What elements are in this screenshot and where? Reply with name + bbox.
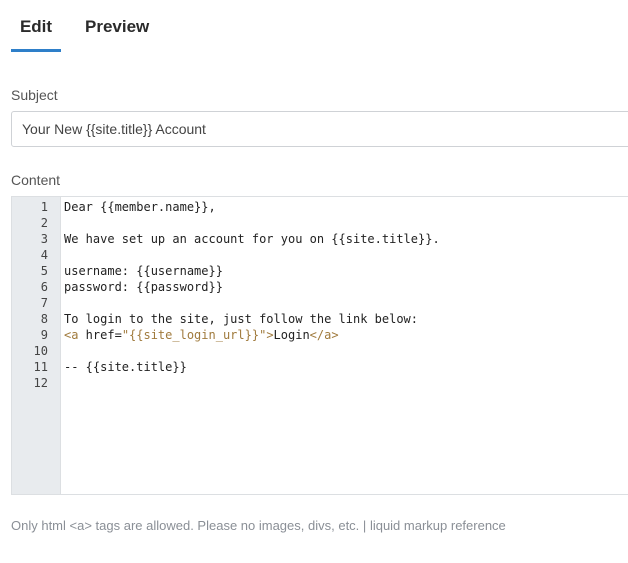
- code-line: password: {{password}}: [64, 280, 223, 294]
- code-area[interactable]: Dear {{member.name}}, We have set up an …: [64, 197, 628, 494]
- code-line: To login to the site, just follow the li…: [64, 312, 419, 326]
- line-number: 9: [40, 328, 48, 342]
- line-number-gutter: 1 2 3 4 5 6 7 8 9 10 11 12: [12, 197, 61, 494]
- line-number: 11: [33, 360, 48, 374]
- line-number: 10: [33, 344, 48, 358]
- help-separator: |: [362, 518, 367, 533]
- line-number: 2: [40, 216, 48, 230]
- help-text: Only html <a> tags are allowed. Please n…: [11, 518, 506, 533]
- content-label: Content: [11, 172, 61, 188]
- html-tag-open: <a: [64, 328, 79, 342]
- line-number: 12: [33, 376, 48, 390]
- tab-edit[interactable]: Edit: [11, 17, 61, 52]
- line-number: 6: [40, 280, 48, 294]
- line-number: 5: [40, 264, 48, 278]
- tab-bar: Edit Preview: [0, 0, 628, 54]
- code-editor[interactable]: 1 2 3 4 5 6 7 8 9 10 11 12 Dear {{member…: [11, 196, 628, 495]
- html-tag-bracket: >: [266, 328, 274, 342]
- line-number: 8: [40, 312, 48, 326]
- html-tag-close: </a>: [309, 328, 339, 342]
- html-attr-name: href=: [78, 328, 122, 342]
- code-line: username: {{username}}: [64, 264, 223, 278]
- line-number: 3: [40, 232, 48, 246]
- code-line: We have set up an account for you on {{s…: [64, 232, 440, 246]
- tab-preview[interactable]: Preview: [85, 17, 149, 52]
- code-line: -- {{site.title}}: [64, 360, 187, 374]
- code-line: Dear {{member.name}},: [64, 200, 216, 214]
- line-number: 1: [40, 200, 48, 214]
- subject-input[interactable]: [11, 111, 628, 147]
- line-number: 4: [40, 248, 48, 262]
- help-message: Only html <a> tags are allowed. Please n…: [11, 518, 360, 533]
- liquid-markup-reference-link[interactable]: liquid markup reference: [370, 518, 506, 533]
- html-link-text: Login: [273, 328, 310, 342]
- subject-label: Subject: [11, 87, 58, 103]
- html-attr-value: "{{site_login_url}}": [121, 328, 267, 342]
- code-line-link: <a href="{{site_login_url}}">Login</a>: [64, 327, 339, 343]
- line-number: 7: [40, 296, 48, 310]
